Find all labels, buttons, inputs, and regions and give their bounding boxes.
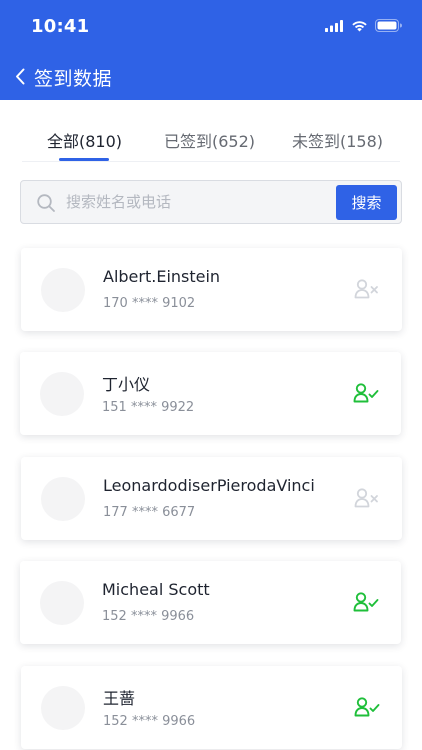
active-tab-indicator	[59, 158, 109, 161]
search-icon	[37, 194, 55, 212]
cellular-signal-icon	[325, 19, 343, 32]
list-item[interactable]: 丁小仪 151 **** 9922	[20, 352, 401, 435]
search-bar: 搜索	[20, 180, 402, 224]
avatar	[40, 372, 84, 416]
wifi-icon	[352, 20, 367, 31]
user-x-icon	[354, 279, 378, 299]
list-item[interactable]: Albert.Einstein 170 **** 9102	[21, 248, 402, 331]
avatar	[41, 477, 85, 521]
user-x-icon	[354, 488, 378, 508]
tab-not-signed-in[interactable]: 未签到(158)	[292, 128, 383, 152]
attendee-name: 王蔷	[103, 689, 136, 708]
status-bar: 10:41	[0, 0, 422, 52]
status-icons	[325, 19, 402, 32]
avatar	[41, 686, 85, 730]
search-button[interactable]: 搜索	[336, 185, 397, 220]
app-header: 10:41 签到数据	[0, 0, 422, 100]
battery-icon	[375, 19, 402, 32]
list-item[interactable]: 王蔷 152 **** 9966	[21, 666, 402, 749]
list-item[interactable]: LeonardodiserPierodaVinci 177 **** 6677	[21, 457, 402, 540]
attendee-name: LeonardodiserPierodaVinci	[103, 476, 315, 495]
attendee-phone: 152 **** 9966	[103, 714, 196, 729]
attendee-phone: 151 **** 9922	[102, 400, 195, 415]
attendee-list: Albert.Einstein 170 **** 9102 丁小仪 151 **…	[0, 0, 422, 750]
user-check-icon	[353, 383, 379, 403]
filter-tabs: 全部(810) 已签到(652) 未签到(158)	[22, 118, 400, 162]
attendee-phone: 177 **** 6677	[103, 505, 196, 520]
page-title: 签到数据	[34, 68, 113, 90]
list-item[interactable]: Micheal Scott 152 **** 9966	[20, 561, 401, 644]
attendee-phone: 152 **** 9966	[102, 609, 195, 624]
tab-all[interactable]: 全部(810)	[47, 128, 122, 152]
tab-signed-in[interactable]: 已签到(652)	[164, 128, 255, 152]
attendee-phone: 170 **** 9102	[103, 296, 196, 311]
attendee-name: 丁小仪	[102, 375, 151, 394]
avatar	[41, 268, 85, 312]
search-input[interactable]	[66, 187, 336, 217]
avatar	[40, 581, 84, 625]
user-check-icon	[354, 697, 380, 717]
attendee-name: Albert.Einstein	[103, 267, 221, 286]
status-time: 10:41	[31, 16, 90, 37]
nav-bar: 签到数据	[0, 56, 422, 100]
user-check-icon	[353, 592, 379, 612]
attendee-name: Micheal Scott	[102, 580, 210, 599]
back-chevron-icon[interactable]	[10, 64, 30, 88]
